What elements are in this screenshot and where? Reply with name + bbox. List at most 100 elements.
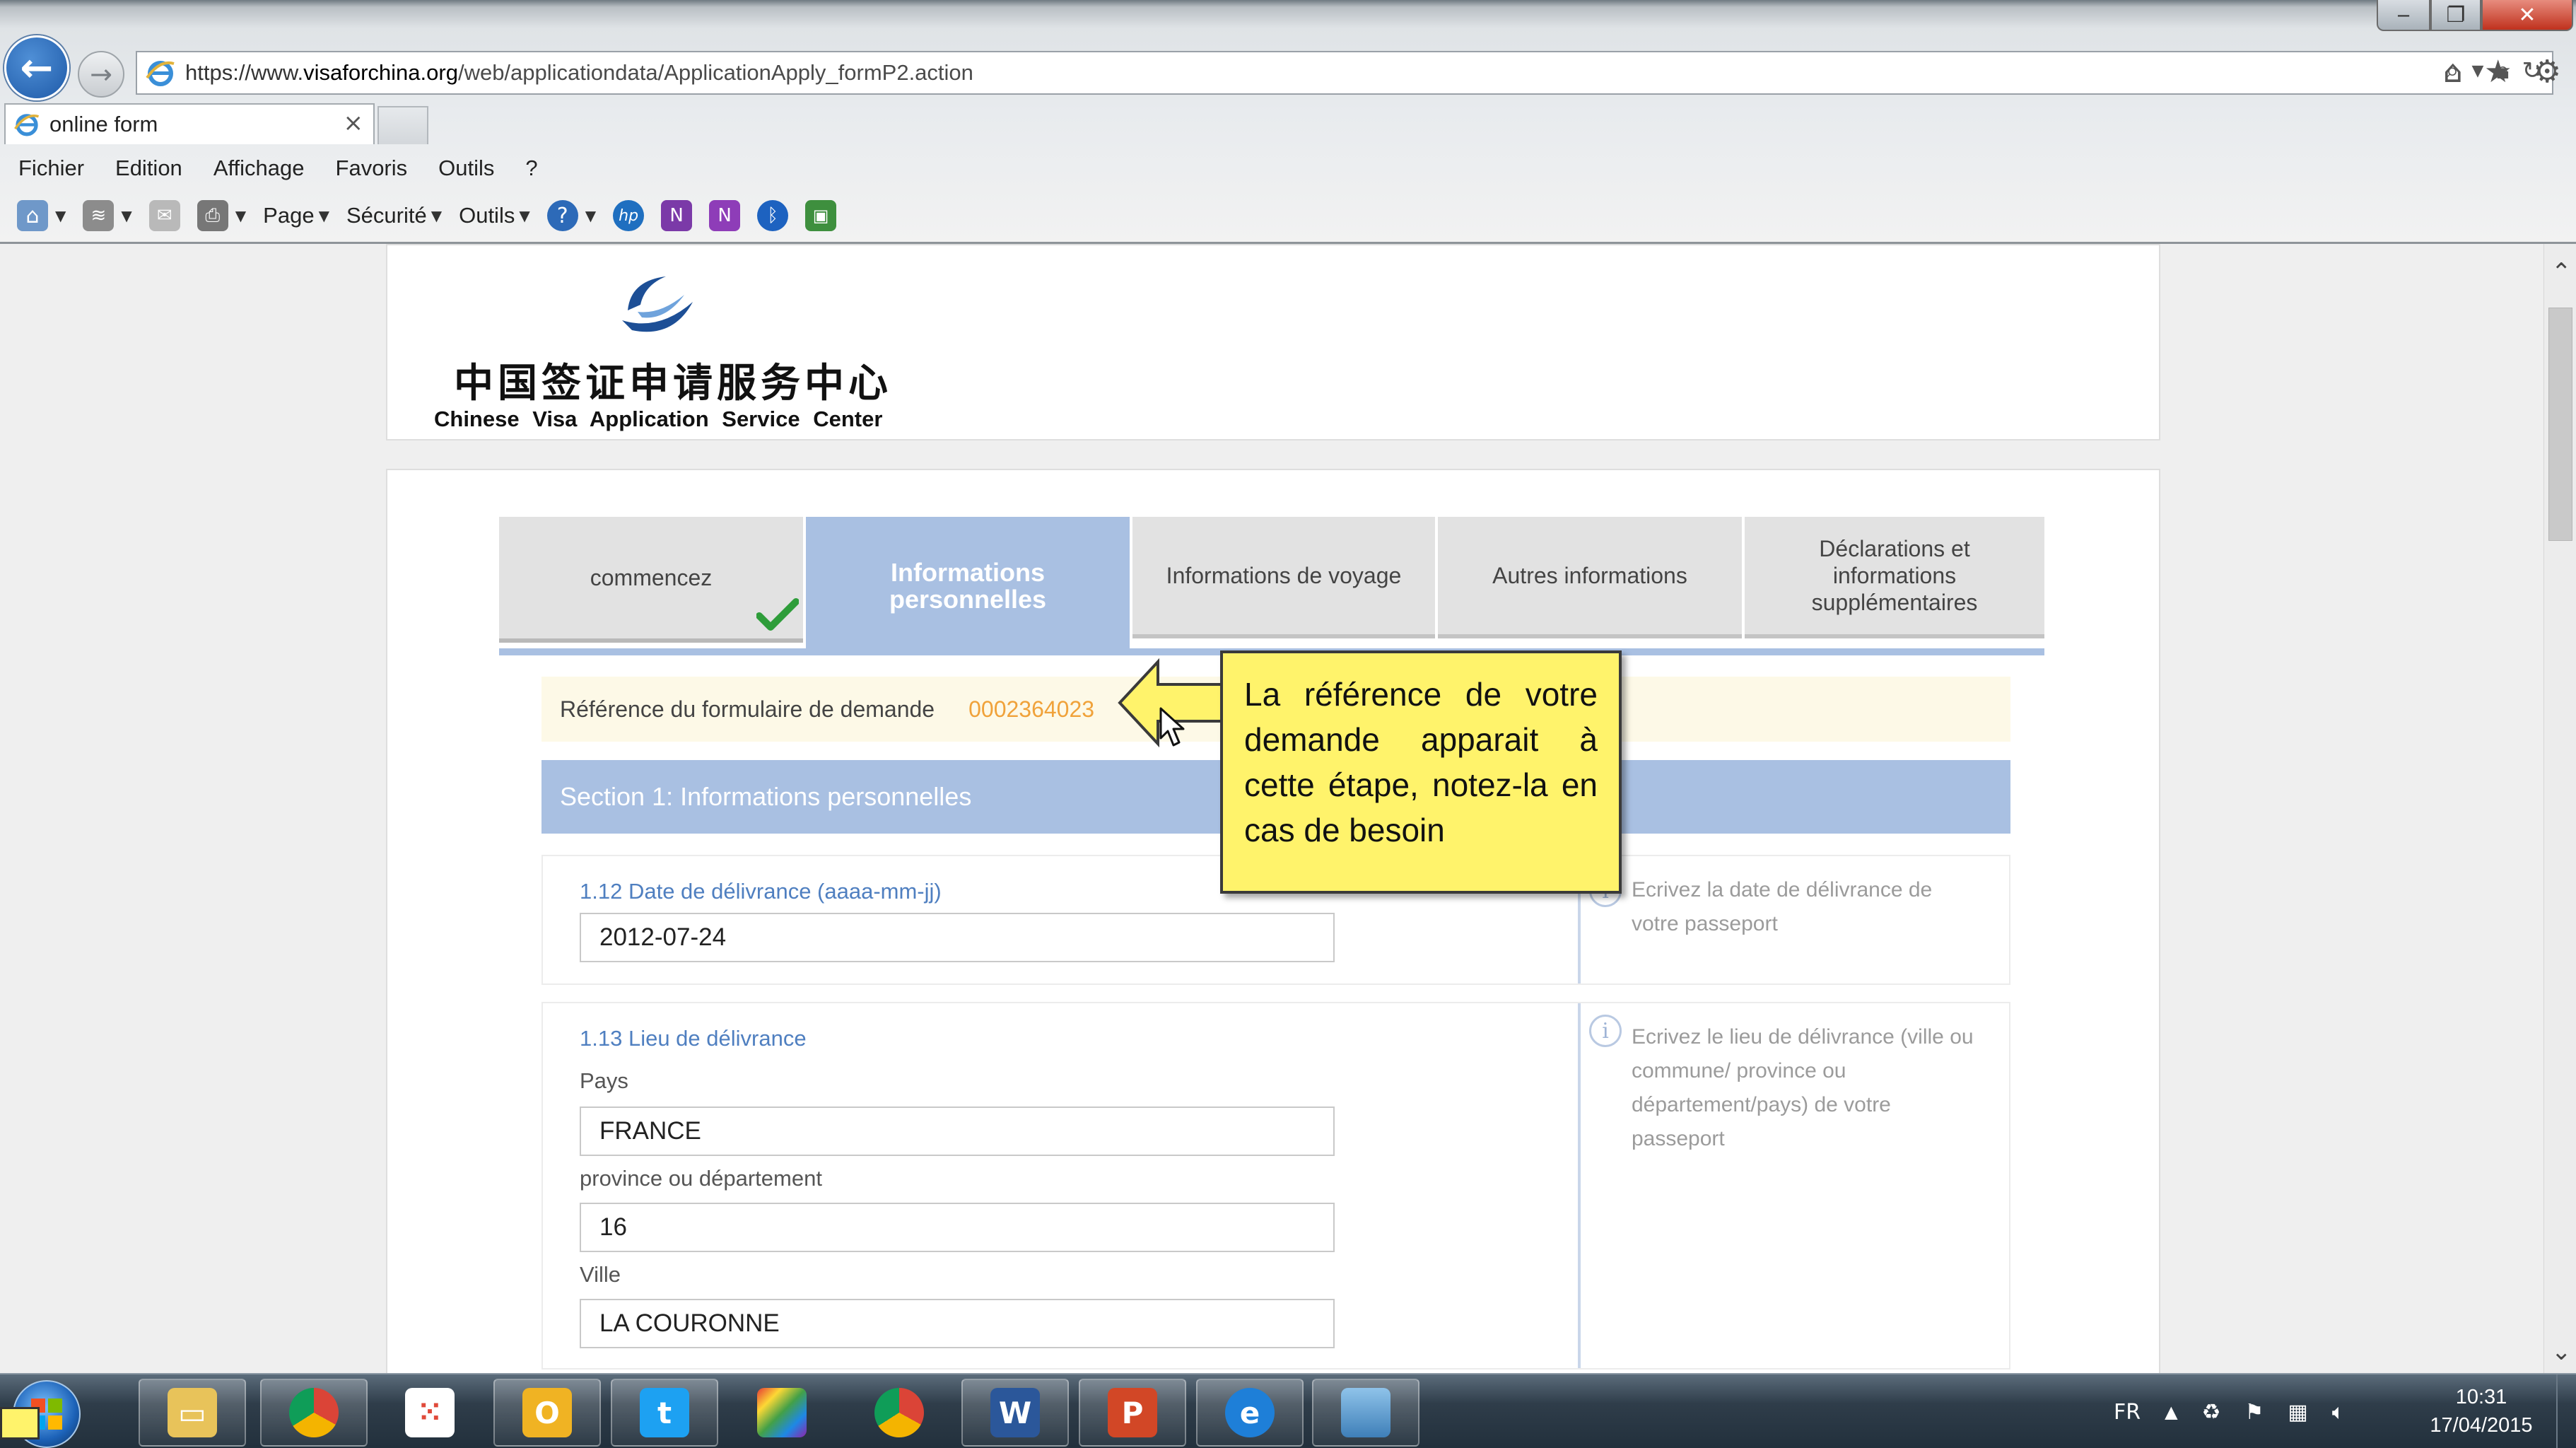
new-tab-button[interactable] (377, 106, 428, 144)
volume-icon[interactable]: 🔈︎ (2332, 1400, 2345, 1425)
tray-expand-icon[interactable]: ▲ (2165, 1402, 2177, 1422)
province-label: province ou département (580, 1166, 822, 1191)
check-icon (756, 598, 799, 631)
picture-icon (1341, 1388, 1391, 1437)
powerpoint-icon: P (1108, 1388, 1157, 1437)
info-icon: i (1589, 1015, 1622, 1047)
menu-affichage[interactable]: Affichage (213, 156, 305, 181)
scroll-thumb[interactable] (2548, 308, 2572, 541)
back-button[interactable]: ← (4, 35, 69, 100)
tools-menu[interactable]: Outils ▼ (459, 203, 530, 228)
maximize-button[interactable]: ❐ (2430, 0, 2481, 31)
site-header: 中国签证申请服务中心 Chinese Visa Application Serv… (386, 244, 2160, 440)
hp-icon[interactable]: hp (613, 200, 645, 231)
issue-place-label: 1.13 Lieu de délivrance (580, 1026, 807, 1051)
menu-fichier[interactable]: Fichier (18, 156, 84, 181)
step-label: Déclarations et informations supplémenta… (1811, 536, 1978, 615)
city-input[interactable] (580, 1299, 1335, 1348)
taskbar-apps[interactable]: ⁙ (376, 1379, 484, 1447)
help-icon[interactable]: ? (546, 200, 578, 231)
home-icon[interactable]: ⌂ (17, 200, 48, 231)
taskbar-chrome[interactable] (845, 1379, 953, 1447)
url-text: https://www.visaforchina.org/web/applica… (185, 60, 973, 85)
system-tray: FR ▲ ♻ ⚑ ▦ 🔈︎ (2114, 1374, 2345, 1448)
action-center-flag-icon[interactable]: ⚑ (2244, 1400, 2264, 1425)
address-bar[interactable]: https://www.visaforchina.org/web/applica… (136, 51, 2553, 95)
minimize-button[interactable]: ‒ (2377, 0, 2430, 31)
language-indicator[interactable]: FR (2114, 1400, 2141, 1425)
page-menu[interactable]: Page ▼ (263, 203, 329, 228)
apps-grid-icon: ⁙ (405, 1388, 455, 1437)
addon-icon[interactable]: ▣ (805, 200, 837, 231)
show-desktop-button[interactable] (2556, 1374, 2576, 1448)
logo-chinese-text: 中国签证申请服务中心 (454, 360, 892, 407)
chevron-down-icon[interactable]: ▼ (585, 207, 596, 224)
browser-chrome: ‒ ❐ ✕ ← → https://www.visaforchina.org/w… (0, 0, 2576, 244)
network-icon[interactable]: ▦ (2288, 1400, 2307, 1425)
chrome-icon (289, 1388, 339, 1437)
visa-center-logo-icon (622, 276, 693, 332)
step-label: Informations de voyage (1166, 563, 1402, 588)
close-window-button[interactable]: ✕ (2481, 0, 2573, 31)
chevron-down-icon[interactable]: ▼ (55, 207, 66, 224)
taskbar-outlook[interactable]: O (493, 1379, 601, 1447)
ie-tab-icon (14, 114, 40, 136)
close-tab-icon[interactable]: × (344, 109, 364, 137)
scroll-down-icon[interactable]: ⌄ (2551, 1338, 2572, 1366)
vertical-scrollbar[interactable]: ⌃ ⌄ (2543, 244, 2576, 1373)
security-menu[interactable]: Sécurité ▼ (346, 203, 442, 228)
taskbar-chrome-profile[interactable] (260, 1379, 368, 1447)
city-label: Ville (580, 1262, 621, 1287)
step-tab-informations-personnelles[interactable]: Informations personnelles (806, 517, 1130, 655)
step-tab-informations-voyage[interactable]: Informations de voyage (1132, 517, 1435, 638)
ie-icon: e (1225, 1388, 1275, 1437)
taskbar-word[interactable]: W (961, 1379, 1069, 1447)
step-label: commencez (590, 565, 713, 590)
favorites-star-icon[interactable]: ★ (2484, 54, 2512, 90)
chrome-icon (874, 1388, 924, 1437)
taskbar-powerpoint[interactable]: P (1079, 1379, 1186, 1447)
card-divider (1578, 1003, 1581, 1368)
onenote-icon[interactable]: N (661, 200, 693, 231)
clock[interactable]: 10:31 17/04/2015 (2411, 1383, 2552, 1440)
forward-button[interactable]: → (78, 51, 124, 98)
print-icon[interactable]: ⎙ (197, 200, 228, 231)
reference-number: 0002364023 (968, 696, 1095, 722)
taskbar-twitter[interactable]: t (611, 1379, 718, 1447)
callout-annotation: La référence de votre demande apparait à… (1220, 650, 1622, 894)
film-icon (757, 1388, 807, 1437)
sync-icon[interactable]: ♻ (2202, 1400, 2221, 1425)
step-label: Informations personnelles (889, 558, 1047, 614)
mail-icon[interactable]: ✉ (148, 200, 180, 231)
country-input[interactable] (580, 1107, 1335, 1156)
menu-edition[interactable]: Edition (115, 156, 182, 181)
issue-date-input[interactable] (580, 913, 1335, 962)
taskbar-internet-explorer[interactable]: e (1196, 1379, 1304, 1447)
menu-outils[interactable]: Outils (438, 156, 494, 181)
home-icon[interactable]: ⌂ (2443, 54, 2463, 90)
tab-online-form[interactable]: online form × (4, 103, 375, 144)
tab-title: online form (49, 112, 158, 136)
taskbar-video-editor[interactable] (728, 1379, 836, 1447)
feeds-icon[interactable]: ≋ (83, 200, 115, 231)
outlook-icon: O (522, 1388, 572, 1437)
step-tab-declarations[interactable]: Déclarations et informations supplémenta… (1745, 517, 2044, 638)
bluetooth-icon[interactable]: ᛒ (757, 200, 789, 231)
chevron-down-icon[interactable]: ▼ (235, 207, 246, 224)
reference-label: Référence du formulaire de demande (560, 696, 935, 722)
taskbar-photo-viewer[interactable] (1312, 1379, 1419, 1447)
folder-icon: ▭ (168, 1388, 217, 1437)
menu-bar: Fichier Edition Affichage Favoris Outils… (0, 146, 2576, 191)
onenote-send-icon[interactable]: N (709, 200, 741, 231)
scroll-up-icon[interactable]: ⌃ (2551, 258, 2572, 286)
sticky-notes-icon[interactable] (0, 1407, 40, 1440)
step-tab-autres-informations[interactable]: Autres informations (1438, 517, 1742, 638)
menu-favoris[interactable]: Favoris (336, 156, 408, 181)
chevron-down-icon[interactable]: ▼ (121, 207, 131, 224)
settings-gear-icon[interactable]: ⚙ (2533, 54, 2560, 90)
province-input[interactable] (580, 1203, 1335, 1252)
menu-help[interactable]: ? (525, 156, 537, 181)
clock-time: 10:31 (2455, 1386, 2507, 1408)
issue-place-card: 1.13 Lieu de délivrance Pays province ou… (541, 1002, 2010, 1370)
taskbar-explorer[interactable]: ▭ (139, 1379, 246, 1447)
